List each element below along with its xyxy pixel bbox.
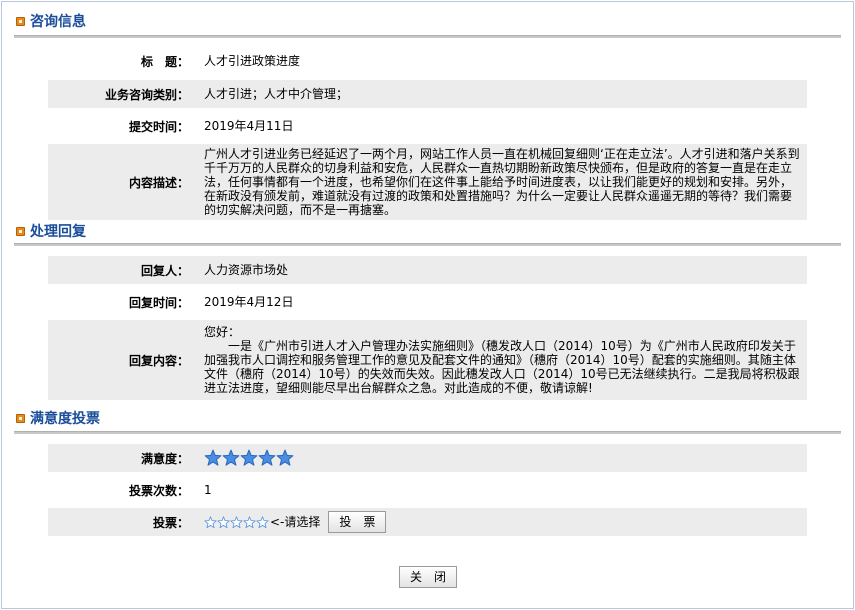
close-button[interactable]: 关 闭 xyxy=(399,566,457,588)
consult-info-table: 标 题： 人才引进政策进度 业务咨询类别： 人才引进；人才中介管理； 提交时间：… xyxy=(48,42,807,225)
star-filled-icon xyxy=(222,449,240,466)
section-divider xyxy=(14,35,841,38)
reply-info-table: 回复人： 人力资源市场处 回复时间： 2019年4月12日 回复内容： 您好： … xyxy=(48,251,807,405)
reply-content-label: 回复内容： xyxy=(48,320,199,400)
vote-table: 满意度： 投票次数： 1 投票： <-请选择投 票 xyxy=(48,439,807,541)
star-outline-icon[interactable] xyxy=(256,515,269,529)
reply-content-cell: 您好： 一是《广州市引进人才入户管理办法实施细则》（穗发改人口（2014）10号… xyxy=(199,320,807,400)
content-value: 广州人才引进业务已经延迟了一两个月，网站工作人员一直在机械回复细则‘正在走立法’… xyxy=(199,144,807,220)
table-row: 回复人： 人力资源市场处 xyxy=(48,256,807,284)
reply-content-value: 一是《广州市引进人才入户管理办法实施细则》（穗发改人口（2014）10号）为《广… xyxy=(204,339,800,395)
replier-value: 人力资源市场处 xyxy=(199,256,807,284)
title-label: 标 题： xyxy=(140,54,189,69)
table-row: 投票次数： 1 xyxy=(48,477,807,503)
vote-star-picker xyxy=(204,515,269,529)
table-row: 投票： <-请选择投 票 xyxy=(48,508,807,536)
star-outline-icon[interactable] xyxy=(217,515,230,529)
table-row: 内容描述： 广州人才引进业务已经延迟了一两个月，网站工作人员一直在机械回复细则‘… xyxy=(48,144,807,220)
category-label: 业务咨询类别： xyxy=(48,80,199,108)
replier-label: 回复人： xyxy=(48,256,199,284)
reply-section-header: 处理回复 xyxy=(16,221,86,241)
section-bullet-icon xyxy=(16,226,25,236)
star-outline-icon[interactable] xyxy=(204,515,217,529)
vote-section-header: 满意度投票 xyxy=(16,408,100,428)
section-divider xyxy=(14,431,841,434)
submit-time-value: 2019年4月11日 xyxy=(204,119,294,133)
satisfaction-rating xyxy=(204,449,294,467)
section-bullet-icon xyxy=(16,413,25,423)
vote-section-title: 满意度投票 xyxy=(30,411,100,427)
consult-section-title: 咨询信息 xyxy=(30,14,86,30)
reply-time-label: 回复时间： xyxy=(128,295,189,310)
category-value: 人才引进；人才中介管理； xyxy=(199,80,807,108)
section-bullet-icon xyxy=(16,16,25,26)
star-filled-icon xyxy=(204,449,222,466)
star-outline-icon[interactable] xyxy=(243,515,256,529)
table-row: 回复内容： 您好： 一是《广州市引进人才入户管理办法实施细则》（穗发改人口（20… xyxy=(48,320,807,400)
title-value: 人才引进政策进度 xyxy=(204,54,301,68)
table-row: 标 题： 人才引进政策进度 xyxy=(48,47,807,75)
reply-time-value: 2019年4月12日 xyxy=(204,295,294,309)
satisfaction-label: 满意度： xyxy=(48,444,199,472)
content-label: 内容描述： xyxy=(48,144,199,220)
vote-hint: <-请选择 xyxy=(270,515,321,529)
vote-button[interactable]: 投 票 xyxy=(328,511,387,533)
reply-greeting: 您好： xyxy=(204,325,241,339)
section-divider xyxy=(14,243,841,246)
table-row: 满意度： xyxy=(48,444,807,472)
vote-controls: <-请选择投 票 xyxy=(199,508,807,536)
table-row: 回复时间： 2019年4月12日 xyxy=(48,289,807,315)
satisfaction-value xyxy=(199,444,807,472)
table-row: 提交时间： 2019年4月11日 xyxy=(48,113,807,139)
star-filled-icon xyxy=(258,449,276,466)
table-row: 业务咨询类别： 人才引进；人才中介管理； xyxy=(48,80,807,108)
consult-section-header: 咨询信息 xyxy=(16,11,86,31)
vote-label: 投票： xyxy=(48,508,199,536)
star-outline-icon[interactable] xyxy=(230,515,243,529)
submit-time-label: 提交时间： xyxy=(128,119,189,134)
vote-count-value: 1 xyxy=(204,483,212,497)
reply-section-title: 处理回复 xyxy=(30,224,86,240)
star-filled-icon xyxy=(240,449,258,466)
star-filled-icon xyxy=(276,449,294,466)
vote-count-label: 投票次数： xyxy=(128,483,189,498)
